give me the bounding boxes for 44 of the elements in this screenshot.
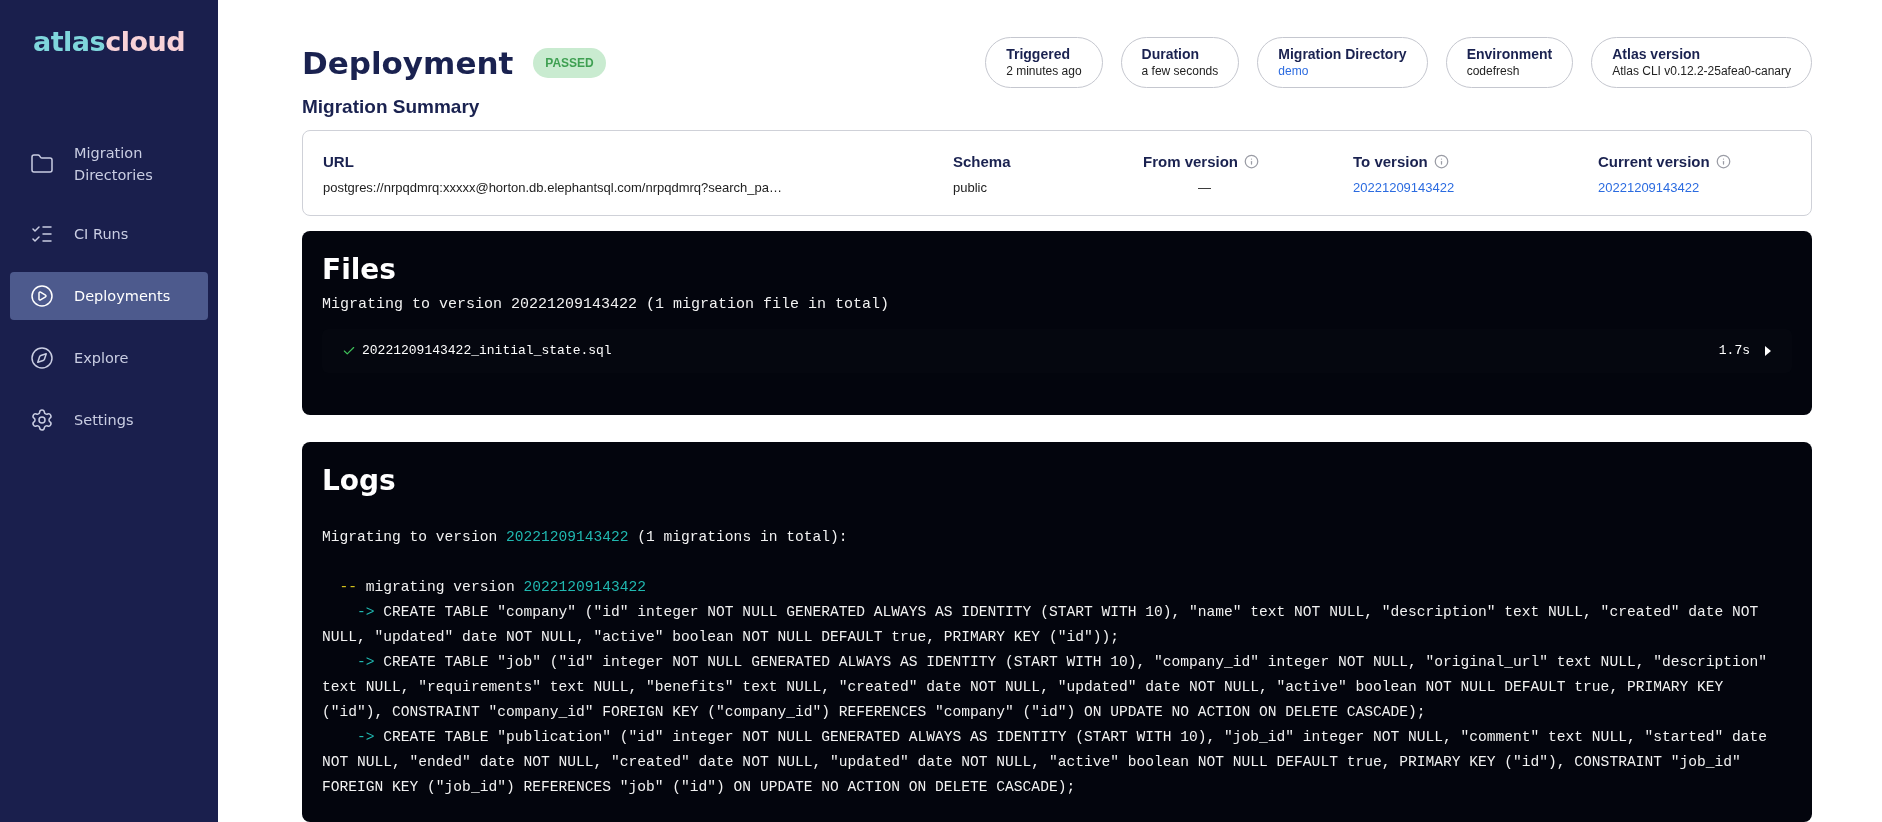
- status-badge: PASSED: [533, 47, 606, 78]
- folder-icon: [30, 152, 54, 176]
- column-value: —: [1197, 180, 1211, 195]
- panel-title: Logs: [322, 464, 397, 497]
- play-icon: [30, 284, 54, 308]
- log-line: -- migrating version 20221209143422: [338, 578, 648, 597]
- column-label: Current version: [1598, 153, 1710, 170]
- nav-item[interactable]: Settings: [10, 396, 208, 444]
- nav-item[interactable]: Explore: [10, 334, 208, 382]
- pill-value: codefresh: [1466, 64, 1521, 78]
- column-label: From version: [1143, 153, 1239, 170]
- page-title: Deployment: [302, 44, 514, 81]
- pill-value: 2 minutes ago: [1006, 64, 1082, 78]
- pill-label: Atlas version: [1612, 46, 1702, 62]
- file-name: 20221209143422_initial_state.sql: [362, 343, 612, 359]
- compass-icon: [30, 346, 54, 370]
- caret-icon: [1764, 345, 1772, 356]
- column-label: Schema: [953, 153, 1011, 170]
- pill-link[interactable]: demo: [1278, 64, 1407, 78]
- nav-item[interactable]: Deployments: [10, 272, 208, 320]
- column-value: public: [953, 180, 987, 195]
- logo: atlascloud: [32, 25, 186, 59]
- column-label: URL: [323, 153, 354, 170]
- section-title: Migration Summary: [302, 96, 481, 118]
- log-line: -> CREATE TABLE "publication" ("id" integer NOT NULL GENERATED ALWAYS AS IDENTITY (START WITH 10), "job_id" integer NOT NULL, "comment" text NULL, "started" date NOT NULL, "ended" date NOT NULL, "created" date NOT NULL, "updated" date NOT NULL, "active" boolean NOT NULL DEFAULT true, PRIMARY KEY ("id"), CONSTRAINT "job_id" FOREIGN KEY ("job_id") REFERENCES "job" ("id") ON UPDATE NO ACTION ON DELETE CASCADE);: [322, 728, 1769, 797]
- settings-icon: [30, 408, 54, 432]
- pill-label: Triggered: [1006, 46, 1071, 62]
- nav-item[interactable]: CI Runs: [10, 210, 208, 258]
- pill-value: a few seconds: [1141, 64, 1219, 78]
- log-line: -> CREATE TABLE "job" ("id" integer NOT NULL GENERATED ALWAYS AS IDENTITY (START WITH 10), "company_id" integer NOT NULL, "original_url" text NULL, "description" text NULL, "requirements" text NULL, "benefits" text NULL, "created" date NOT NULL, "updated" date NOT NULL, "active" boolean NOT NULL DEFAULT true, PRIMARY KEY ("id"), CONSTRAINT "company_id" FOREIGN KEY ("company_id") REFERENCES "company" ("id") ON UPDATE NO ACTION ON DELETE CASCADE);: [322, 653, 1769, 722]
- pill-label: Migration Directory: [1278, 46, 1407, 62]
- log-line: Migrating to version 20221209143422 (1 migrations in total):: [322, 528, 849, 547]
- pill-value: Atlas CLI v0.12.2-25afea0-canary: [1612, 64, 1791, 78]
- file-duration: 1.7s: [1718, 343, 1750, 359]
- pill-label: Environment: [1466, 46, 1553, 62]
- log-line: -> CREATE TABLE "company" ("id" integer NOT NULL GENERATED ALWAYS AS IDENTITY (START WITH 10), "name" text NOT NULL, "description" text NULL, "created" date NOT NULL, "updated" date NOT NULL, "active" boolean NOT NULL DEFAULT true, PRIMARY KEY ("id"));: [322, 603, 1760, 647]
- nav-item[interactable]: Migration Directories: [10, 132, 208, 196]
- pill-label: Duration: [1141, 46, 1201, 62]
- files-subtitle: Migrating to version 20221209143422 (1 migration file in total): [322, 295, 891, 313]
- version-link[interactable]: 20221209143422: [1353, 180, 1455, 195]
- panel-title: Files: [322, 252, 397, 286]
- version-link[interactable]: 20221209143422: [1598, 180, 1700, 195]
- column-value: postgres://nrpqdmrq:xxxxx@horton.db.elephantsql.com/nrpqdmrq?search_pa…: [323, 180, 783, 195]
- column-label: To version: [1353, 153, 1428, 170]
